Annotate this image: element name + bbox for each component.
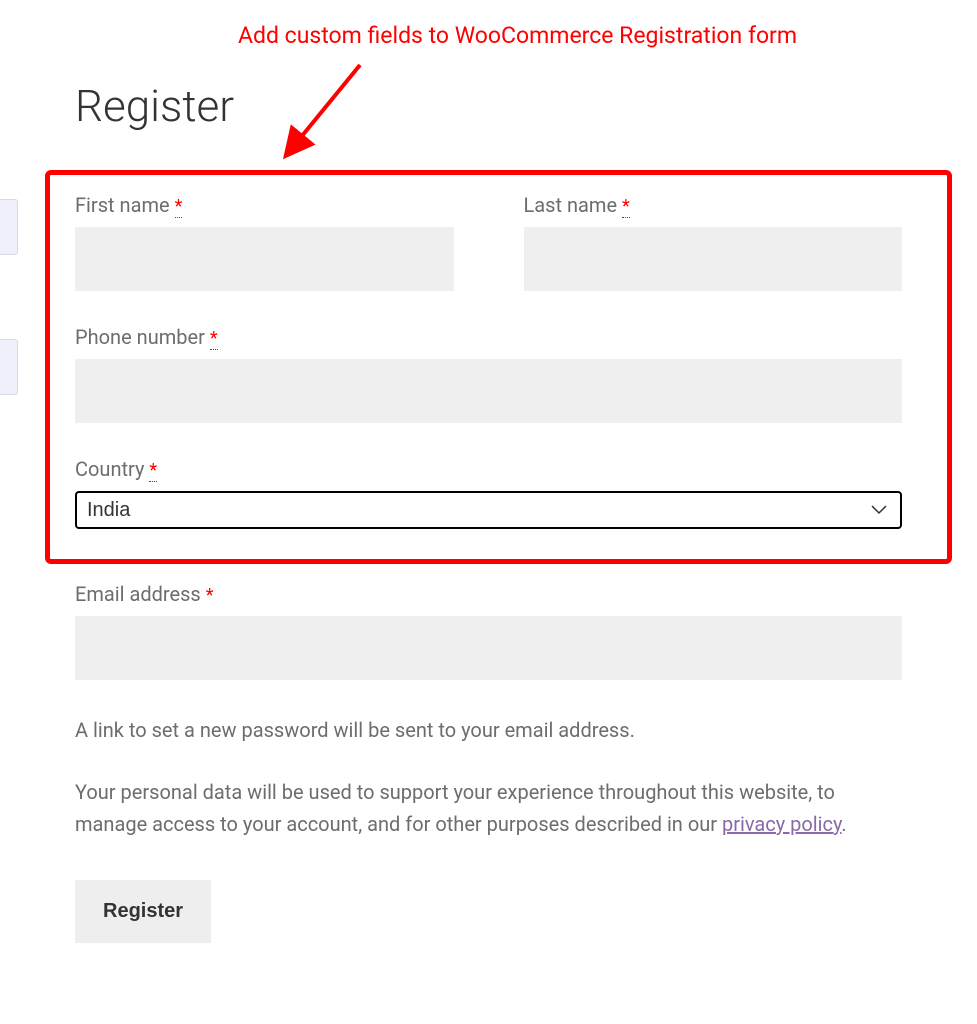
phone-field-wrapper: Phone number * <box>75 325 902 423</box>
phone-label: Phone number * <box>75 325 902 349</box>
email-label: Email address * <box>75 582 902 606</box>
custom-fields-highlight: First name * Last name * Phone number * <box>45 170 952 564</box>
register-button[interactable]: Register <box>75 880 211 943</box>
privacy-policy-link[interactable]: privacy policy <box>722 812 841 836</box>
left-edge-stub-2 <box>0 339 18 395</box>
page-title: Register <box>75 80 902 132</box>
required-indicator: * <box>149 460 157 482</box>
country-field-wrapper: Country * India <box>75 457 902 529</box>
last-name-field-wrapper: Last name * <box>524 193 903 291</box>
first-name-field-wrapper: First name * <box>75 193 454 291</box>
email-field-wrapper: Email address * <box>75 582 902 680</box>
required-indicator: * <box>206 585 214 606</box>
first-name-input[interactable] <box>75 227 454 291</box>
last-name-label: Last name * <box>524 193 903 217</box>
privacy-text: Your personal data will be used to suppo… <box>75 776 902 840</box>
register-form: Register First name * Last name * Phone … <box>0 0 977 983</box>
phone-input[interactable] <box>75 359 902 423</box>
required-indicator: * <box>210 328 218 350</box>
password-hint-text: A link to set a new password will be sen… <box>75 714 902 746</box>
country-label: Country * <box>75 457 902 481</box>
first-name-label: First name * <box>75 193 454 217</box>
required-indicator: * <box>175 196 183 218</box>
country-select[interactable]: India <box>75 491 902 529</box>
required-indicator: * <box>622 196 630 218</box>
email-input[interactable] <box>75 616 902 680</box>
last-name-input[interactable] <box>524 227 903 291</box>
annotation-callout: Add custom fields to WooCommerce Registr… <box>238 22 797 49</box>
left-edge-stub-1 <box>0 199 18 255</box>
